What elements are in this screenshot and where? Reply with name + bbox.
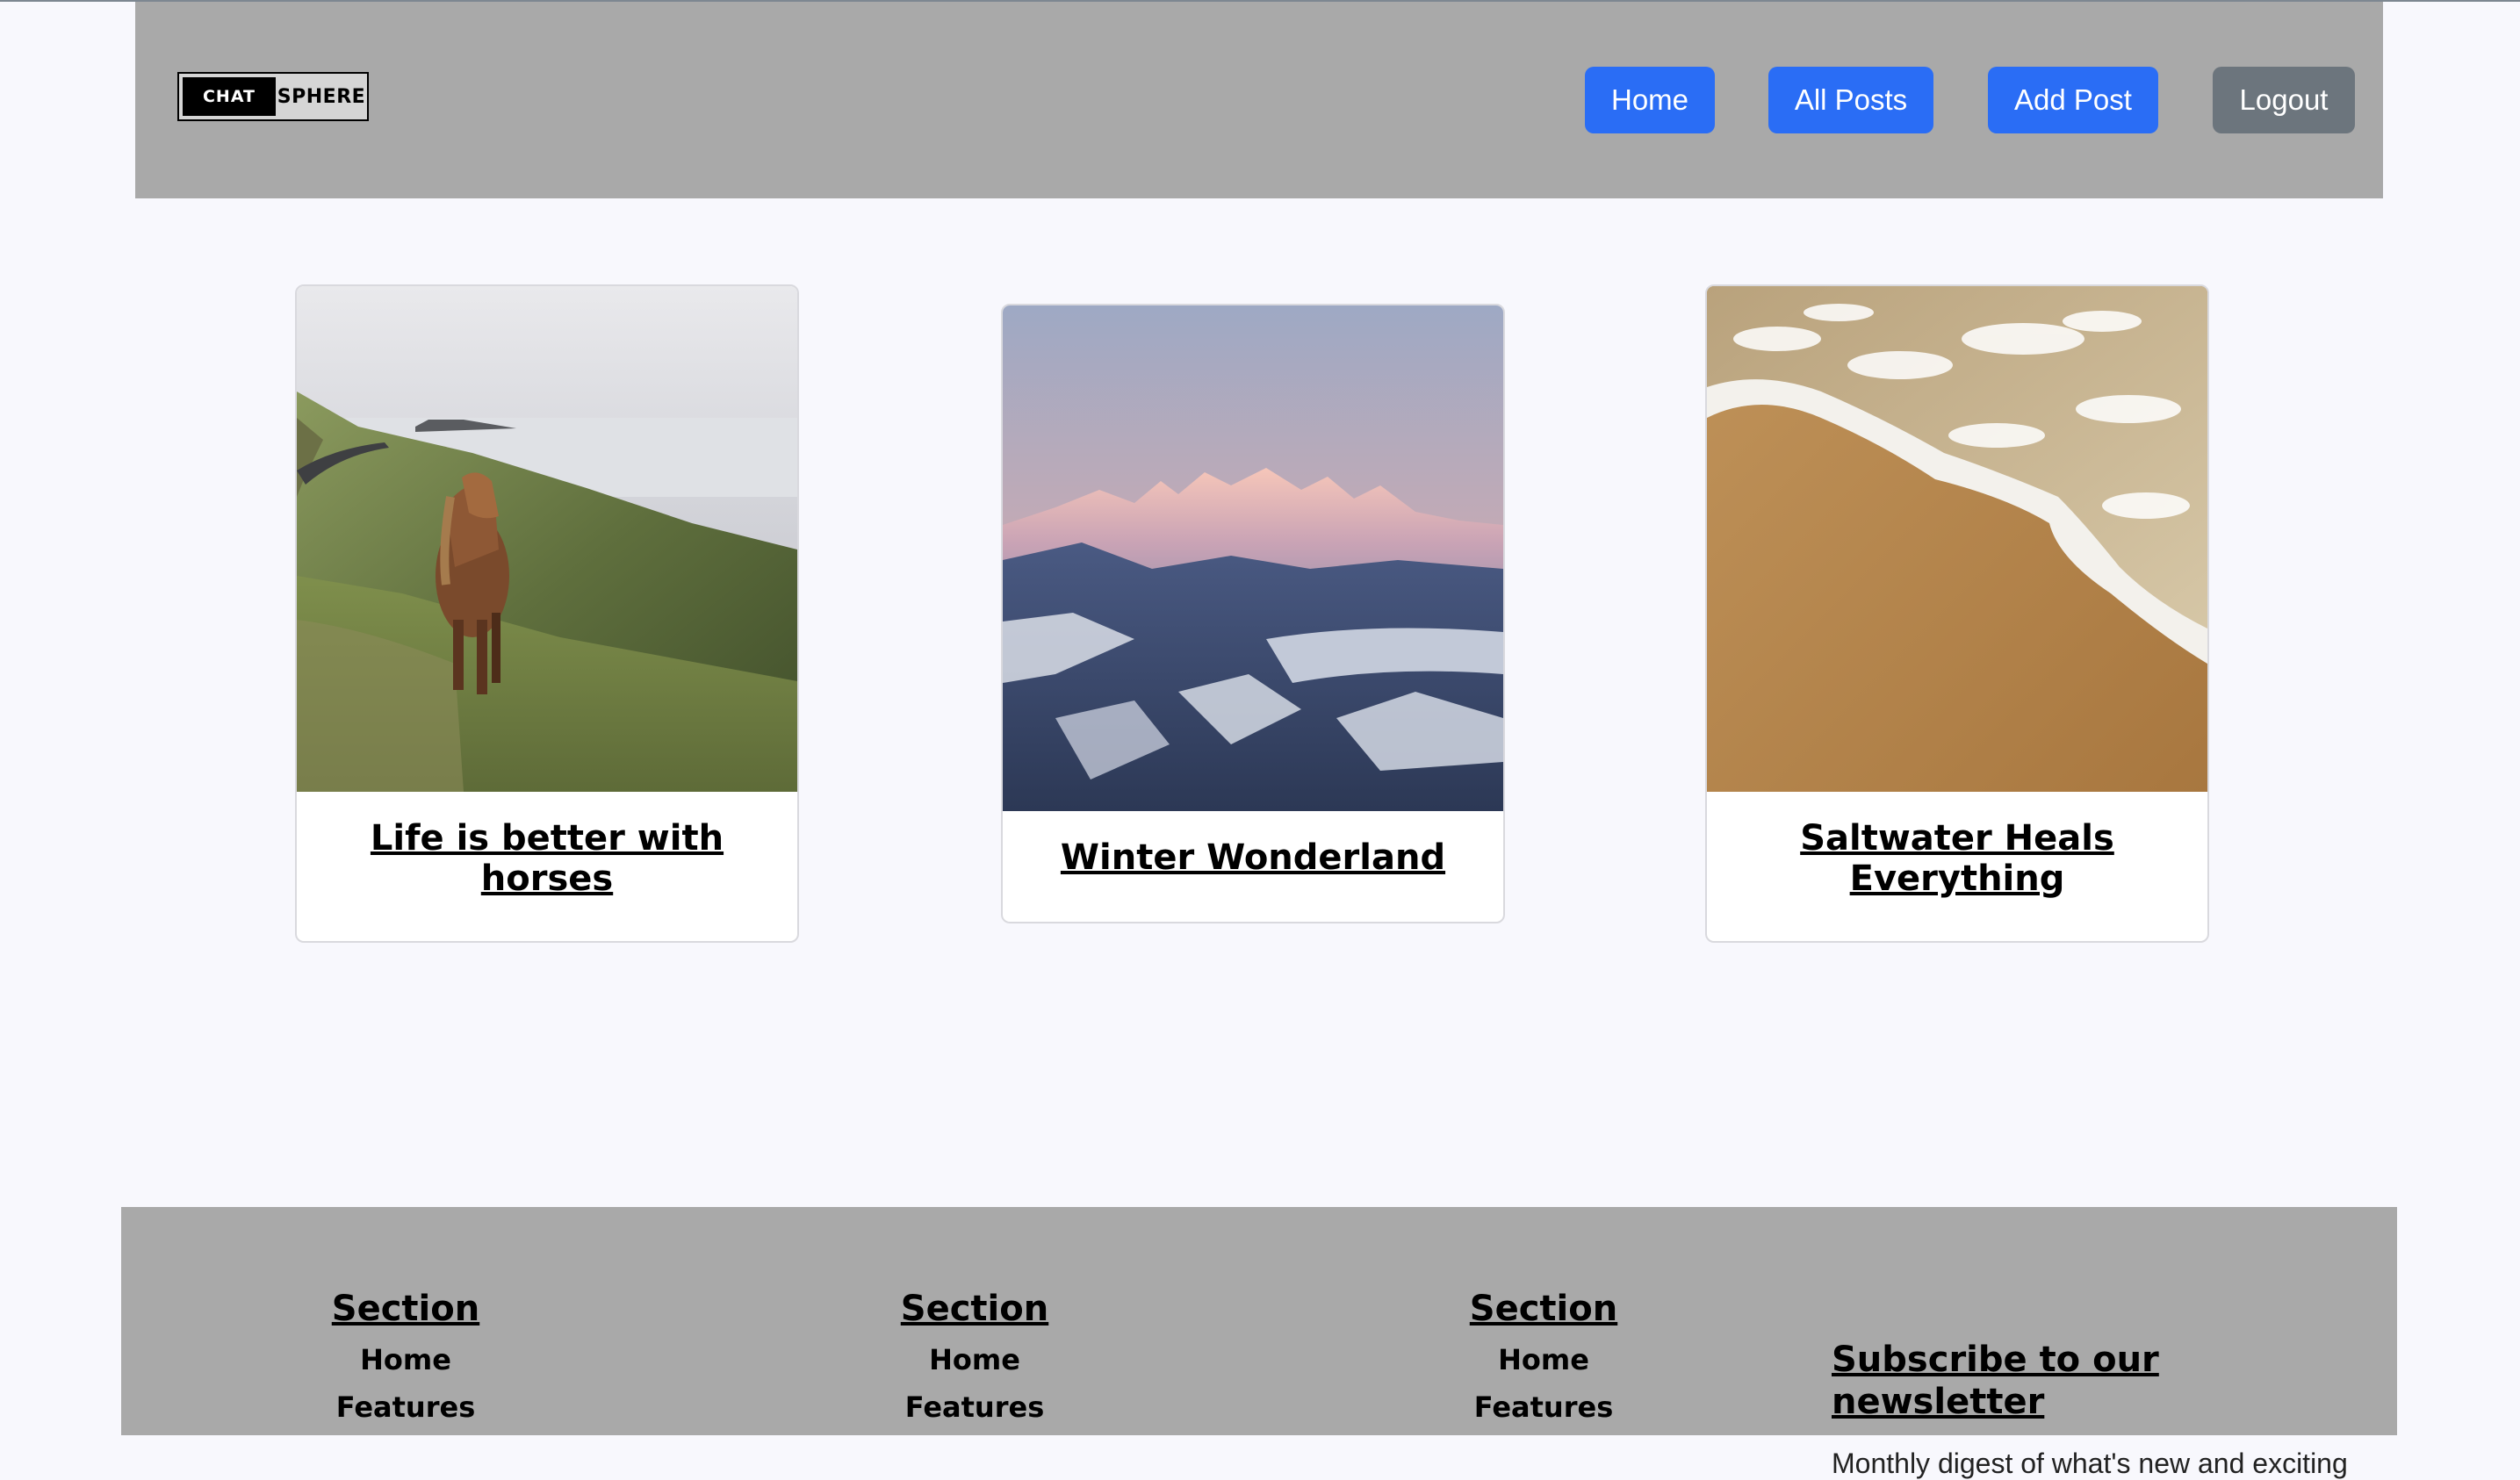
post-title-link[interactable]: Saltwater Heals Everything <box>1707 792 2207 899</box>
nav-add-post-button[interactable]: Add Post <box>1988 67 2158 133</box>
post-card[interactable]: Saltwater Heals Everything <box>1705 284 2209 943</box>
newsletter-section: Subscribe to our newsletter Monthly dige… <box>1832 1339 2376 1480</box>
nav-all-posts-button[interactable]: All Posts <box>1768 67 1933 133</box>
footer-section-heading: Section <box>1469 1289 1618 1329</box>
post-image-mountains[interactable] <box>1003 305 1503 811</box>
nav-logout-button[interactable]: Logout <box>2213 67 2355 133</box>
footer-section-heading: Section <box>900 1289 1049 1329</box>
logo-sphere-text: SPHERE <box>277 85 366 108</box>
post-card[interactable]: Life is better with horses <box>295 284 799 943</box>
footer-link-home[interactable]: Home <box>274 1342 537 1377</box>
footer-link-features[interactable]: Features <box>843 1390 1106 1425</box>
post-image-beach[interactable] <box>1707 286 2207 792</box>
logo-chat-text: CHAT <box>183 77 276 116</box>
footer-column: Section Home Features <box>1412 1288 1675 1425</box>
footer-link-features[interactable]: Features <box>274 1390 537 1425</box>
site-header: CHAT SPHERE Home All Posts Add Post Logo… <box>135 2 2383 198</box>
footer-link-home[interactable]: Home <box>1412 1342 1675 1377</box>
newsletter-title: Subscribe to our newsletter <box>1832 1340 2159 1422</box>
footer-column: Section Home Features <box>843 1288 1106 1425</box>
post-image-horse[interactable] <box>297 286 797 792</box>
post-title-link[interactable]: Winter Wonderland <box>1003 811 1503 878</box>
footer-link-features[interactable]: Features <box>1412 1390 1675 1425</box>
post-card[interactable]: Winter Wonderland <box>1001 304 1505 923</box>
footer-section-heading: Section <box>331 1289 480 1329</box>
nav-home-button[interactable]: Home <box>1585 67 1715 133</box>
newsletter-description: Monthly digest of what's new and excitin… <box>1832 1448 2348 1479</box>
brand-logo[interactable]: CHAT SPHERE <box>177 72 369 121</box>
footer-link-home[interactable]: Home <box>843 1342 1106 1377</box>
footer-column: Section Home Features <box>274 1288 537 1425</box>
site-footer: Section Home Features Section Home Featu… <box>121 1207 2397 1479</box>
post-title-link[interactable]: Life is better with horses <box>297 792 797 899</box>
